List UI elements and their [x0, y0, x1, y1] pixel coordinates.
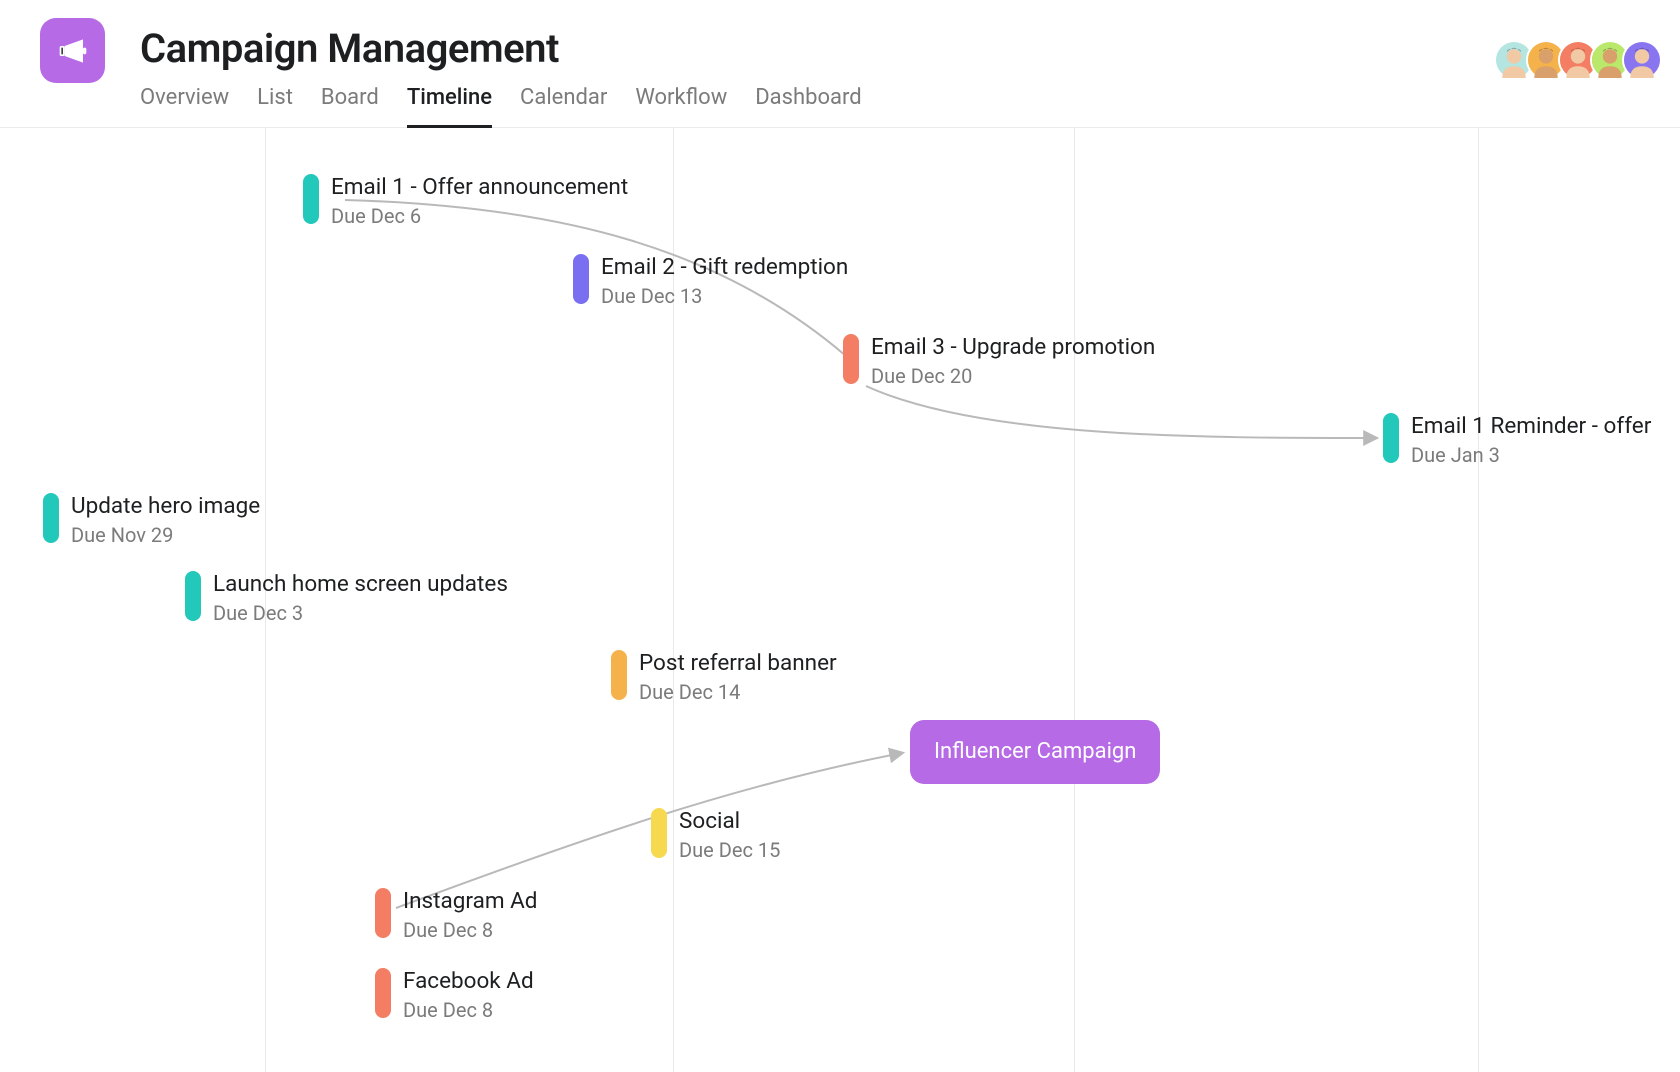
timeline-gridline	[1074, 128, 1075, 1072]
member-avatars	[1502, 40, 1662, 80]
megaphone-icon	[53, 31, 93, 71]
task-color-chip	[1383, 413, 1399, 463]
tab-calendar[interactable]: Calendar	[520, 85, 607, 128]
task-title: Email 3 - Upgrade promotion	[871, 334, 1155, 360]
task-due: Due Dec 8	[403, 998, 493, 1022]
task-color-chip	[651, 808, 667, 858]
task-color-chip	[573, 254, 589, 304]
task-title: Facebook Ad	[403, 968, 534, 994]
task-due: Due Dec 14	[639, 680, 740, 704]
task-title: Update hero image	[71, 493, 260, 519]
task-title: Email 1 Reminder - offer	[1411, 413, 1651, 439]
task-due: Due Dec 8	[403, 918, 493, 942]
task-color-chip	[185, 571, 201, 621]
task-color-chip	[375, 968, 391, 1018]
tab-dashboard[interactable]: Dashboard	[755, 85, 861, 128]
member-avatar[interactable]	[1622, 40, 1662, 80]
task-title: Instagram Ad	[403, 888, 538, 914]
task-title: Email 1 - Offer announcement	[331, 174, 628, 200]
timeline-canvas[interactable]: Email 1 - Offer announcement Due Dec 6 Ema…	[0, 128, 1680, 1072]
tab-row: Overview List Board Timeline Calendar Wo…	[140, 85, 862, 128]
task-title: Launch home screen updates	[213, 571, 508, 597]
pill-influencer[interactable]: Influencer Campaign	[910, 720, 1160, 784]
task-color-chip	[375, 888, 391, 938]
task-color-chip	[611, 650, 627, 700]
task-due: Due Dec 13	[601, 284, 702, 308]
task-color-chip	[303, 174, 319, 224]
tab-board[interactable]: Board	[321, 85, 379, 128]
tab-list[interactable]: List	[257, 85, 293, 128]
tab-timeline[interactable]: Timeline	[407, 85, 492, 128]
task-due: Due Dec 6	[331, 204, 421, 228]
timeline-gridline	[1478, 128, 1479, 1072]
task-color-chip	[43, 493, 59, 543]
task-title: Post referral banner	[639, 650, 837, 676]
task-due: Due Dec 3	[213, 601, 303, 625]
project-header: Campaign Management Overview List Board …	[0, 0, 1680, 128]
task-title: Social	[679, 808, 740, 834]
task-due: Due Dec 15	[679, 838, 780, 862]
project-icon-megaphone[interactable]	[40, 18, 105, 83]
tab-overview[interactable]: Overview	[140, 85, 229, 128]
task-due: Due Nov 29	[71, 523, 173, 547]
task-color-chip	[843, 334, 859, 384]
page-title: Campaign Management	[140, 25, 559, 72]
timeline-gridline	[265, 128, 266, 1072]
task-due: Due Dec 20	[871, 364, 972, 388]
tab-workflow[interactable]: Workflow	[635, 85, 727, 128]
task-title: Email 2 - Gift redemption	[601, 254, 848, 280]
task-due: Due Jan 3	[1411, 443, 1500, 467]
